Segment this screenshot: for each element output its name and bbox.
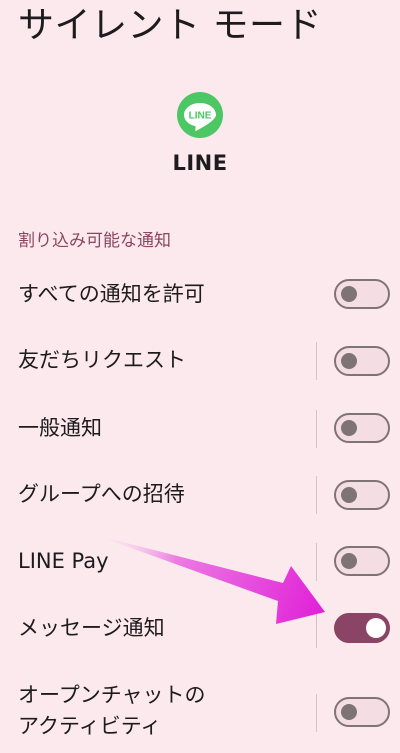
settings-row-friend-request[interactable]: 友だちリクエスト: [0, 342, 400, 380]
divider: [316, 543, 317, 581]
friend-request-toggle[interactable]: [334, 346, 390, 376]
divider: [316, 476, 317, 514]
section-header: 割り込み可能な通知: [18, 231, 171, 251]
toggle-knob: [341, 704, 357, 720]
toggle-knob: [341, 353, 357, 369]
toggle-knob: [341, 286, 357, 302]
divider: [316, 342, 317, 380]
allow-all-toggle[interactable]: [334, 279, 390, 309]
settings-row-general[interactable]: 一般通知: [0, 410, 400, 448]
message-toggle[interactable]: [334, 613, 390, 643]
line-app-icon: LINE: [177, 92, 223, 138]
group-invite-toggle[interactable]: [334, 480, 390, 510]
toggle-knob: [341, 553, 357, 569]
app-name: LINE: [172, 151, 228, 175]
toggle-knob: [366, 618, 386, 638]
page-title: サイレント モード: [18, 5, 322, 46]
row-label: 一般通知: [18, 416, 102, 440]
settings-row-allow-all[interactable]: すべての通知を許可: [0, 278, 400, 312]
row-label: LINE Pay: [18, 549, 109, 573]
settings-row-openchat[interactable]: オープンチャットの アクティビティ: [0, 680, 400, 744]
divider: [316, 610, 317, 648]
row-label: メッセージ通知: [18, 616, 165, 640]
divider: [316, 410, 317, 448]
line-logo-text: LINE: [189, 111, 212, 122]
divider: [316, 694, 317, 732]
row-label: すべての通知を許可: [18, 282, 205, 306]
settings-row-line-pay[interactable]: LINE Pay: [0, 543, 400, 581]
toggle-knob: [341, 487, 357, 503]
row-label: 友だちリクエスト: [18, 348, 186, 372]
line-pay-toggle[interactable]: [334, 546, 390, 576]
toggle-knob: [341, 420, 357, 436]
openchat-toggle[interactable]: [334, 697, 390, 727]
settings-row-message[interactable]: メッセージ通知: [0, 610, 400, 648]
settings-row-group-invite[interactable]: グループへの招待: [0, 476, 400, 514]
general-toggle[interactable]: [334, 413, 390, 443]
row-label-line1: オープンチャットの: [18, 683, 206, 707]
row-label: グループへの招待: [18, 482, 185, 506]
row-label-line2: アクティビティ: [18, 714, 162, 738]
